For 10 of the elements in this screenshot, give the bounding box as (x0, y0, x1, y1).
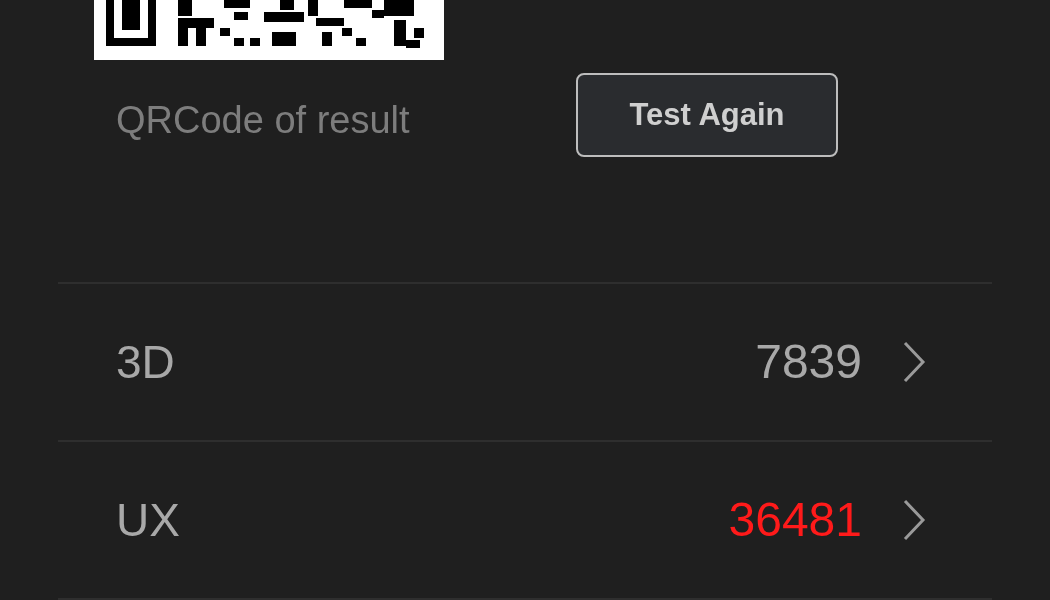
score-row[interactable]: 3D 7839 (58, 284, 992, 442)
chevron-right-icon (902, 340, 926, 384)
row-score: 36481 (728, 492, 862, 548)
test-again-button[interactable]: Test Again (576, 73, 838, 157)
row-label: 3D (116, 334, 176, 390)
row-score: 7839 (755, 334, 862, 390)
qr-caption: QRCode of result (116, 98, 411, 142)
row-label: UX (116, 492, 181, 548)
score-row[interactable]: UX 36481 (58, 442, 992, 600)
chevron-right-icon (902, 498, 926, 542)
